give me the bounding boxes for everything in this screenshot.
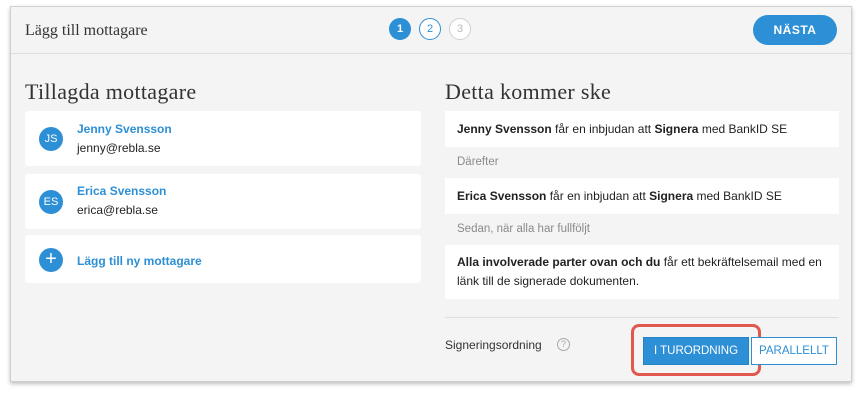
- flow-step-1-action: Signera: [654, 121, 699, 136]
- dialog-title: Lägg till mottagare: [25, 22, 148, 39]
- recipient-name[interactable]: Jenny Svensson: [77, 122, 172, 136]
- sequential-order-button[interactable]: I TURORDNING: [643, 337, 749, 365]
- recipient-name[interactable]: Erica Svensson: [77, 184, 166, 198]
- recipients-heading: Tillagda mottagare: [25, 79, 197, 104]
- flow-step-3-bold: Alla involverade parter ovan och du: [457, 255, 661, 269]
- flow-heading: Detta kommer ske: [445, 79, 612, 104]
- avatar: ES: [39, 190, 63, 214]
- plus-icon[interactable]: +: [39, 248, 63, 272]
- parallel-order-button[interactable]: PARALLELLT: [751, 337, 837, 365]
- add-recipient-button[interactable]: + Lägg till ny mottagare: [25, 235, 421, 283]
- dialog-header: Lägg till mottagare 1 2 3 NÄSTA: [11, 7, 851, 54]
- recipient-email: erica@rebla.se: [77, 203, 158, 217]
- step-2[interactable]: 2: [419, 18, 441, 40]
- recipient-card[interactable]: JS Jenny Svensson jenny@rebla.se: [25, 111, 421, 166]
- step-1: 1: [389, 18, 411, 40]
- recipient-email: jenny@rebla.se: [77, 141, 161, 155]
- flow-separator-1: Därefter: [457, 156, 499, 168]
- avatar: JS: [39, 127, 63, 151]
- flow-separator-2: Sedan, när alla har fullföljt: [457, 223, 590, 235]
- question-icon[interactable]: ?: [557, 338, 570, 351]
- divider: [445, 317, 839, 318]
- flow-step-2-action: Signera: [649, 188, 694, 203]
- flow-step-2: Erica Svensson får en inbjudan att Signe…: [445, 178, 839, 214]
- step-3: 3: [449, 18, 471, 40]
- next-button[interactable]: NÄSTA: [753, 15, 837, 45]
- add-recipient-label[interactable]: Lägg till ny mottagare: [77, 254, 202, 268]
- add-recipients-dialog: Lägg till mottagare 1 2 3 NÄSTA Tillagda…: [10, 6, 852, 382]
- flow-step-3: Alla involverade parter ovan och du får …: [445, 245, 839, 299]
- flow-step-2-name: Erica Svensson: [457, 188, 547, 203]
- flow-step-1-name: Jenny Svensson: [457, 121, 552, 136]
- step-indicator: 1 2 3: [389, 18, 471, 40]
- flow-step-1: Jenny Svensson får en inbjudan att Signe…: [445, 111, 839, 147]
- signing-order-label: Signeringsordning: [445, 338, 542, 352]
- recipient-card[interactable]: ES Erica Svensson erica@rebla.se: [25, 174, 421, 229]
